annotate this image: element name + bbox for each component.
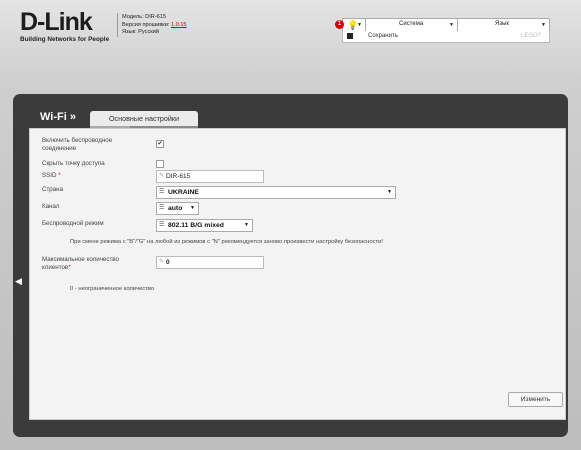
dlink-logo: D-Link Building Networks for People (20, 8, 116, 44)
list-icon: ☰ (159, 222, 165, 228)
chevron-down-icon[interactable]: ▼ (541, 22, 546, 28)
chevron-down-icon[interactable]: ▼ (449, 22, 454, 28)
main-frame: Wi-Fi » Основные настройки ◀ Включить бе… (13, 94, 568, 437)
chevron-down-icon: ▼ (244, 222, 249, 228)
max-clients-label: Максимальное количество клиентов* (42, 256, 119, 271)
enable-wireless-checkbox[interactable]: ✔ (156, 140, 164, 148)
mode-select[interactable]: ☰ 802.11 B/G mixed ▼ (156, 219, 253, 232)
mode-warning: При смене режима с "B"/"G" на любой из р… (70, 239, 384, 245)
pencil-icon: ✎ (159, 259, 165, 265)
max-clients-hint: 0 - неограниченное количество (70, 286, 155, 292)
mode-label: Беспроводной режим (42, 220, 104, 227)
toolbar-divider (457, 19, 458, 31)
save-button[interactable]: Сохранить (368, 33, 398, 39)
model-text: Модель: DIR-615 (122, 14, 167, 20)
menu-language[interactable]: Язык (495, 21, 509, 27)
chevron-down-icon: ▼ (387, 189, 392, 195)
chevron-down-icon: ▼ (190, 205, 195, 211)
hide-ap-checkbox[interactable] (156, 160, 164, 168)
max-clients-input[interactable]: ✎ 0 (156, 256, 264, 269)
logo-tagline: Building Networks for People (20, 36, 110, 43)
toolbar-divider (365, 19, 366, 31)
list-icon: ☰ (159, 189, 165, 195)
save-icon[interactable] (347, 33, 353, 39)
save-bar: Сохранить LEGO? (342, 31, 550, 43)
logo-wordmark: D-Link (20, 8, 93, 36)
notification-badge[interactable]: 1 (335, 20, 344, 29)
apply-button[interactable]: Изменить (508, 392, 563, 407)
language-text: Язык: Русский (122, 29, 159, 36)
section-title[interactable]: Wi-Fi » (40, 111, 76, 123)
firmware-link[interactable]: 1.0.15 (171, 22, 187, 28)
channel-select[interactable]: ☰ auto ▼ (156, 202, 199, 215)
ssid-input[interactable]: ✎ DIR-615 (156, 170, 264, 183)
top-toolbar: 1 💡 ▼ Система ▼ Язык ▼ (335, 18, 550, 32)
menu-system[interactable]: Система (399, 21, 423, 27)
enable-wireless-label: Включить беспроводное соединение (42, 137, 113, 152)
hide-ap-label: Скрыть точку доступа (42, 160, 105, 167)
settings-panel: Включить беспроводное соединение ✔ Скрыт… (29, 128, 566, 420)
header-divider (117, 13, 118, 37)
extra-label: LEGO? (520, 33, 541, 39)
device-info: Модель: DIR-615 Версия прошивки: 1.0.15 … (122, 14, 187, 37)
tab-basic-settings[interactable]: Основные настройки (90, 111, 198, 128)
ssid-label: SSID * (42, 172, 61, 179)
pencil-icon: ✎ (159, 173, 165, 179)
chevron-down-icon[interactable]: ▼ (357, 22, 362, 28)
list-icon: ☰ (159, 205, 165, 211)
tab-label: Основные настройки (108, 114, 180, 123)
country-select[interactable]: ☰ UKRAINE ▼ (156, 186, 396, 199)
country-label: Страна (42, 186, 64, 193)
back-arrow-icon[interactable]: ◀ (15, 276, 22, 287)
channel-label: Канал (42, 203, 60, 210)
